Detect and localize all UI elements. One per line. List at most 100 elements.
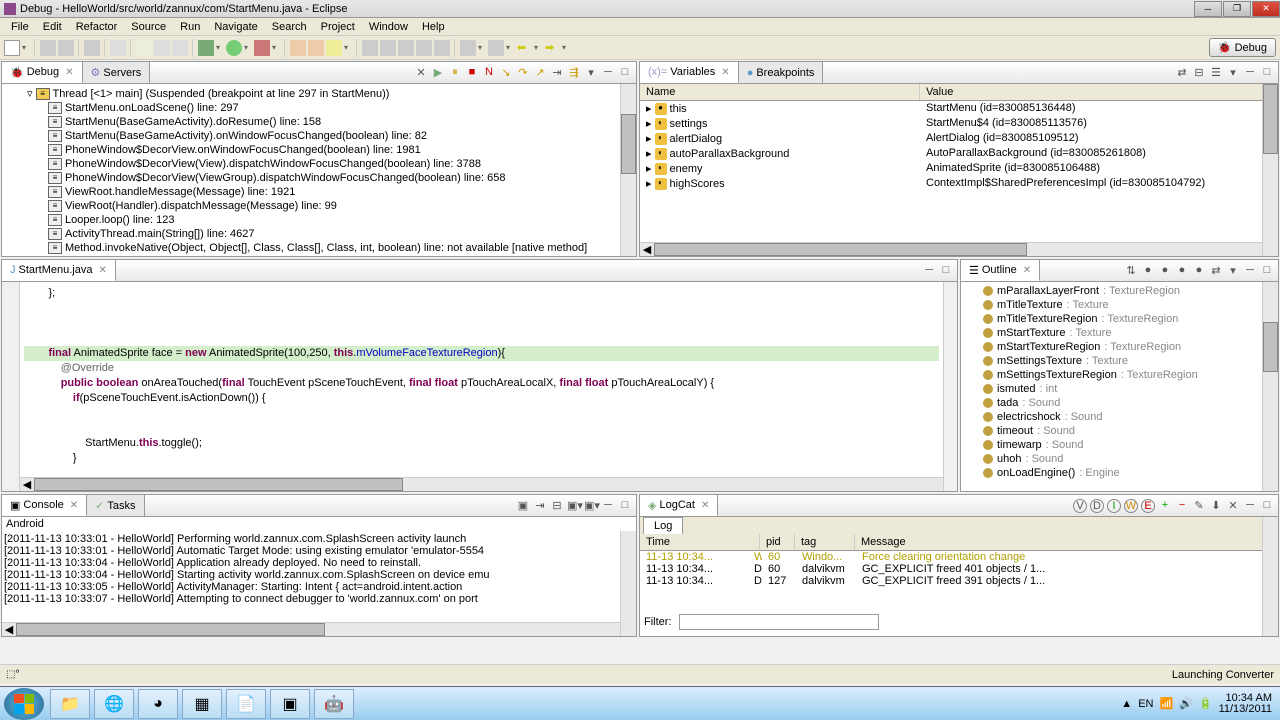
editor[interactable]: }; final AnimatedSprite face = new Anima… [2,282,957,491]
maximize-button[interactable]: ❐ [1223,1,1251,17]
menu-help[interactable]: Help [415,19,452,35]
col-name[interactable]: Name [640,84,920,100]
close-icon[interactable]: ✕ [70,500,78,511]
outline-item[interactable]: ismuted : int [961,382,1278,396]
logcat-row[interactable]: 11-13 10:34...W60Windo...Force clearing … [640,551,1278,563]
annotation2-icon[interactable] [380,40,396,56]
menu-edit[interactable]: Edit [36,19,69,35]
view-menu-icon[interactable]: ▾ [1226,66,1240,80]
var-row[interactable]: ▸●thisStartMenu (id=830085136448) [640,101,1278,116]
maximize-icon[interactable]: □ [1260,499,1274,513]
outline-item[interactable]: mStartTextureRegion : TextureRegion [961,340,1278,354]
clear-icon[interactable]: ✕ [1226,499,1240,513]
step-return-icon[interactable]: ↗ [533,66,547,80]
editor-tab[interactable]: J StartMenu.java ✕ [2,260,116,281]
system-tray[interactable]: ▲ EN 📶 🔊 🔋 10:34 AM 11/13/2011 [1121,693,1280,715]
minimize-icon[interactable]: ─ [601,66,615,80]
outline-item[interactable]: mParallaxLayerFront : TextureRegion [961,284,1278,298]
outline-item[interactable]: electricshock : Sound [961,410,1278,424]
d-icon[interactable]: D [1090,499,1104,513]
remove-icon[interactable]: − [1175,499,1189,513]
var-row[interactable]: ▸◐enemyAnimatedSprite (id=830085106488) [640,161,1278,176]
var-row[interactable]: ▸◐autoParallaxBackgroundAutoParallaxBack… [640,146,1278,161]
drop-icon[interactable]: ▾ [216,43,224,52]
build-icon[interactable] [110,40,126,56]
drop-icon[interactable]: ▾ [478,43,486,52]
stack-frame[interactable]: ≡Method.invokeNative(Object, Object[], C… [4,241,634,255]
maximize-icon[interactable]: □ [1260,66,1274,80]
stack-frame[interactable]: ≡PhoneWindow$DecorView(View).dispatchWin… [4,157,634,171]
drop-frame-icon[interactable]: ⇥ [550,66,564,80]
drop-icon[interactable]: ▾ [506,43,514,52]
stack-frame[interactable]: ≡StartMenu.onLoadScene() line: 297 [4,101,634,115]
external-icon[interactable] [254,40,270,56]
filter1-icon[interactable]: ● [1141,264,1155,278]
minimize-icon[interactable]: ─ [1243,66,1257,80]
scrollbar[interactable] [1262,282,1278,491]
stack-frame[interactable]: ≡StartMenu(BaseGameActivity).doResume() … [4,115,634,129]
close-icon[interactable]: ✕ [65,67,73,78]
new-icon[interactable] [4,40,20,56]
search-icon[interactable] [326,40,342,56]
open-type-icon[interactable] [136,40,152,56]
drop-icon[interactable]: ▾ [272,43,280,52]
minimize-icon[interactable]: ─ [922,264,936,278]
tray-sound-icon[interactable]: 🔊 [1179,697,1193,710]
drop-icon[interactable]: ▾ [534,43,542,52]
var-row[interactable]: ▸◐alertDialogAlertDialog (id=83008510951… [640,131,1278,146]
display-icon[interactable]: ▣▾ [567,499,581,513]
logcat-row[interactable]: 11-13 10:34...D127dalvikvmGC_EXPLICIT fr… [640,575,1278,587]
filter3-icon[interactable]: ● [1175,264,1189,278]
outline-item[interactable]: onLoadEngine() : Engine [961,466,1278,480]
outline-item[interactable]: timeout : Sound [961,424,1278,438]
print-icon[interactable] [84,40,100,56]
minimize-icon[interactable]: ─ [1243,264,1257,278]
tab-tasks[interactable]: ✓ Tasks [87,495,144,516]
save-all-icon[interactable] [58,40,74,56]
minimize-icon[interactable]: ─ [1243,499,1257,513]
nav2-icon[interactable] [488,40,504,56]
annotation3-icon[interactable] [398,40,414,56]
drop-icon[interactable]: ▾ [244,43,252,52]
menu-navigate[interactable]: Navigate [207,19,264,35]
outline-item[interactable]: mTitleTexture : Texture [961,298,1278,312]
tab-logcat[interactable]: ◈ LogCat ✕ [640,495,718,516]
task-android[interactable]: 🤖 [314,689,354,719]
tool2-icon[interactable] [172,40,188,56]
drop-icon[interactable]: ▾ [22,43,30,52]
terminate-icon[interactable]: ■ [465,66,479,80]
task-eclipse[interactable]: ◕ [138,689,178,719]
scrollbar[interactable] [620,84,636,256]
outline-item[interactable]: mStartTexture : Texture [961,326,1278,340]
tab-servers[interactable]: ⚙ Servers [83,62,151,83]
logcat-row[interactable]: 11-13 10:34...D60dalvikvmGC_EXPLICIT fre… [640,563,1278,575]
outline-item[interactable]: tada : Sound [961,396,1278,410]
outline-item[interactable]: uhoh : Sound [961,452,1278,466]
task-app2[interactable]: 📄 [226,689,266,719]
col-pid[interactable]: pid [760,534,795,550]
menu-search[interactable]: Search [265,19,314,35]
new-class-icon[interactable] [308,40,324,56]
stack-frame[interactable]: ≡PhoneWindow$DecorView.onWindowFocusChan… [4,143,634,157]
menu-file[interactable]: File [4,19,36,35]
scroll-icon[interactable]: ⇥ [533,499,547,513]
type-icon[interactable]: ⇄ [1175,66,1189,80]
menu-run[interactable]: Run [173,19,207,35]
annotation4-icon[interactable] [416,40,432,56]
view-menu-icon[interactable]: ▾ [584,66,598,80]
e-icon[interactable]: E [1141,499,1155,513]
task-app3[interactable]: ▣ [270,689,310,719]
disconnect-icon[interactable]: N [482,66,496,80]
tray-battery-icon[interactable]: 🔋 [1199,697,1213,710]
ruler[interactable] [2,282,20,491]
step-into-icon[interactable]: ↘ [499,66,513,80]
maximize-icon[interactable]: □ [618,66,632,80]
stack-frame[interactable]: ≡StartMenu(BaseGameActivity).onWindowFoc… [4,129,634,143]
edit-icon[interactable]: ✎ [1192,499,1206,513]
annotation5-icon[interactable] [434,40,450,56]
scrollbar[interactable] [620,531,636,636]
tray-date[interactable]: 11/13/2011 [1219,704,1272,715]
open-icon[interactable]: ▣▾ [584,499,598,513]
menu-window[interactable]: Window [362,19,415,35]
stack-frame[interactable]: ≡Looper.loop() line: 123 [4,213,634,227]
